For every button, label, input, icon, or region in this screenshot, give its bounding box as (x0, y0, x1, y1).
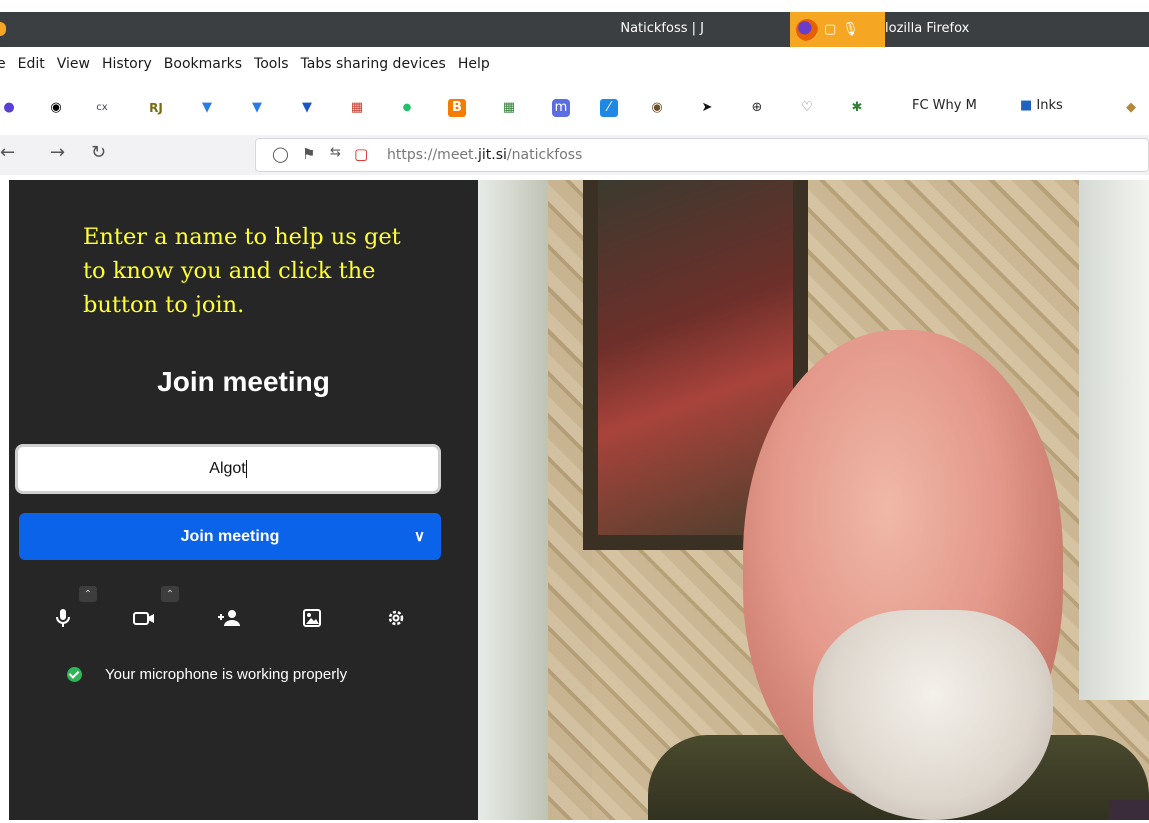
menu-tools[interactable]: Tools (254, 56, 289, 72)
gear-icon (388, 610, 404, 626)
bookmark-palette-icon[interactable]: ◉ (648, 99, 666, 117)
menu-bookmarks[interactable]: Bookmarks (164, 56, 242, 72)
join-meeting-button[interactable]: Join meeting ∨ (19, 513, 441, 560)
menu-history[interactable]: History (102, 56, 152, 72)
text-caret (245, 459, 247, 478)
bookmark-heart-icon[interactable]: ♡ (798, 99, 816, 117)
bookmark-mask-icon[interactable]: ◉ (47, 99, 65, 117)
sharing-indicator[interactable]: ▢ 🎙 (790, 12, 885, 47)
tutorial-annotation: Enter a name to help us get to know you … (83, 224, 401, 318)
menu-file[interactable]: e (0, 56, 6, 72)
back-arrow-icon[interactable]: ← (0, 142, 15, 163)
audio-settings-caret[interactable]: ⌃ (79, 586, 97, 602)
join-options-chevron-icon[interactable]: ∨ (414, 513, 425, 560)
window-title: Natickfoss | J (620, 21, 704, 36)
preview-corner (1109, 800, 1149, 820)
microphone-status: Your microphone is working properly (67, 666, 347, 683)
add-person-icon (218, 610, 240, 626)
bookmark-shield-icon[interactable]: ▼ (198, 99, 216, 117)
bookmark-why-link[interactable]: FC Why M (912, 98, 977, 113)
url-text: https://meet.jit.si/natickfoss (387, 147, 582, 163)
window-titlebar: Natickfoss | J lozilla Firefox (0, 12, 1149, 47)
camera-sharing-icon: ▢ (824, 22, 837, 37)
video-settings-caret[interactable]: ⌃ (161, 586, 179, 602)
bookmark-feather-icon[interactable]: ✱ (848, 99, 866, 117)
image-icon (303, 609, 321, 627)
bookmark-inks-label: Inks (1036, 98, 1063, 113)
tracking-protection-shield-icon[interactable]: ◯ (272, 145, 289, 163)
invite-people-button[interactable] (211, 600, 247, 636)
settings-button[interactable] (378, 600, 414, 636)
chevron-up-icon: ⌃ (165, 588, 175, 600)
join-meeting-label: Join meeting (180, 528, 280, 545)
bookmark-leaf-icon[interactable]: ◆ (1122, 99, 1140, 117)
camera-icon (133, 612, 154, 625)
bookmark-map-icon[interactable]: ▦ (348, 99, 366, 117)
bookmarks-toolbar: ● ◉ cx RJ ▼ ▼ ▼ ▦ ● B ▦ m ⁄ ◉ ➤ ⊕ ♡ ✱ FC… (0, 88, 1149, 128)
microphone-button[interactable] (45, 600, 81, 636)
firefox-logo-icon (796, 18, 818, 41)
camera-preview (478, 180, 1149, 820)
bookmark-shield-icon[interactable]: ▼ (298, 99, 316, 117)
display-name-input[interactable]: Algot (15, 444, 441, 494)
menu-view[interactable]: View (57, 56, 90, 72)
check-circle-icon (67, 667, 82, 682)
bookmark-globe-icon[interactable]: ⊕ (748, 99, 766, 117)
menu-edit[interactable]: Edit (18, 56, 45, 72)
reload-icon[interactable]: ↻ (91, 142, 106, 163)
prejoin-panel: Enter a name to help us get to know you … (9, 180, 478, 820)
chevron-up-icon: ⌃ (83, 588, 93, 600)
forward-arrow-icon[interactable]: → (50, 142, 65, 163)
menu-tabs-sharing-devices[interactable]: Tabs sharing devices (301, 56, 446, 72)
preview-person-beard (813, 610, 1053, 820)
shirt-icon: ■ (1020, 98, 1037, 113)
bookmark-mastodon-icon[interactable]: m (552, 99, 570, 117)
preview-window-left (478, 180, 548, 820)
bookmark-why-label: FC Why M (912, 98, 977, 113)
bookmark-grid-icon[interactable]: ▦ (500, 99, 518, 117)
bookmark-bird-icon[interactable]: ➤ (698, 99, 716, 117)
menubar: e Edit View History Bookmarks Tools Tabs… (0, 47, 1149, 80)
camera-button[interactable] (126, 600, 162, 636)
lock-icon[interactable]: ⚑ (302, 145, 315, 163)
menu-help[interactable]: Help (458, 56, 490, 72)
microphone-sharing-icon: 🎙 (842, 22, 859, 37)
bookmark-circle-icon[interactable]: ● (0, 99, 18, 117)
url-bar[interactable]: ◯ ⚑ ⇆ ▢ https://meet.jit.si/natickfoss (255, 138, 1149, 172)
preview-window-right (1079, 180, 1149, 700)
bookmark-note-icon[interactable]: ⁄ (600, 99, 618, 117)
window-title-suffix: lozilla Firefox (885, 21, 970, 36)
bookmark-blogger-icon[interactable]: B (448, 99, 466, 117)
url-scheme: https://meet. (387, 147, 478, 163)
bookmark-rj-icon[interactable]: RJ (147, 99, 165, 117)
url-host: jit.si (478, 147, 507, 163)
microphone-icon (56, 609, 70, 627)
camera-in-use-icon[interactable]: ▢ (354, 145, 368, 163)
bookmark-dot-icon[interactable]: ● (398, 99, 416, 117)
navigation-bar: ← → ↻ ◯ ⚑ ⇆ ▢ https://meet.jit.si/natick… (0, 135, 1149, 175)
bookmark-inks-link[interactable]: ■ Inks (1020, 98, 1063, 113)
microphone-status-text: Your microphone is working properly (105, 666, 348, 683)
bookmark-shield-icon[interactable]: ▼ (248, 99, 266, 117)
url-path: /natickfoss (506, 147, 583, 163)
display-name-value: Algot (209, 460, 246, 477)
permissions-icon[interactable]: ⇆ (330, 145, 341, 160)
bookmark-cx-icon[interactable]: cx (93, 99, 111, 117)
join-meeting-title: Join meeting (157, 366, 330, 397)
virtual-background-button[interactable] (294, 600, 330, 636)
